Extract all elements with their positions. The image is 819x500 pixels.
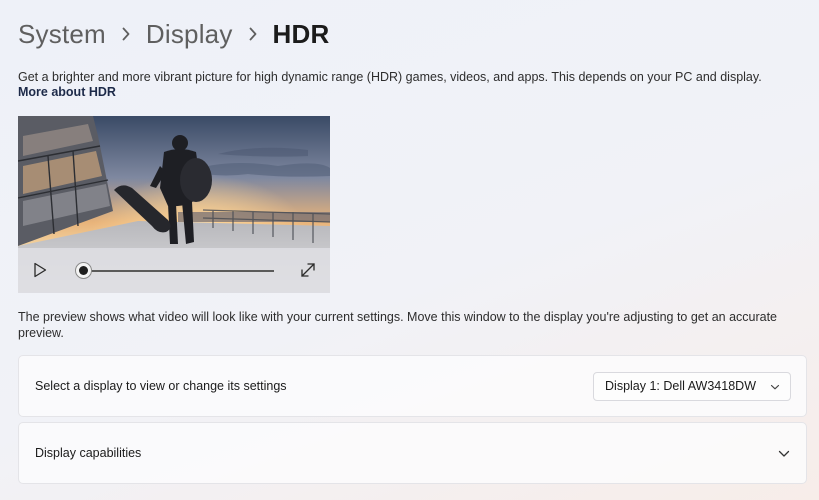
chevron-down-icon [770, 384, 780, 390]
video-controls [18, 248, 330, 293]
page-title: HDR [272, 18, 330, 49]
display-dropdown-value: Display 1: Dell AW3418DW [605, 379, 756, 393]
expand-icon [301, 263, 315, 277]
display-select-label: Select a display to view or change its s… [35, 379, 287, 393]
seek-track[interactable] [84, 270, 274, 272]
seek-slider-thumb[interactable] [75, 262, 92, 279]
display-dropdown[interactable]: Display 1: Dell AW3418DW [593, 372, 791, 401]
hdr-video-preview [18, 116, 330, 293]
preview-note: The preview shows what video will look l… [18, 310, 778, 340]
hdr-description: Get a brighter and more vibrant picture … [18, 70, 762, 84]
chevron-right-icon [106, 14, 146, 54]
display-capabilities-label: Display capabilities [35, 446, 142, 460]
breadcrumb: System Display HDR [18, 14, 329, 54]
display-capabilities-expander[interactable]: Display capabilities [18, 422, 807, 484]
more-about-hdr-link[interactable]: More about HDR [18, 85, 116, 99]
play-button[interactable] [30, 260, 50, 280]
breadcrumb-display[interactable]: Display [146, 19, 233, 50]
breadcrumb-system[interactable]: System [18, 19, 106, 50]
play-icon [34, 262, 47, 278]
chevron-down-icon[interactable] [778, 450, 790, 458]
fullscreen-button[interactable] [298, 260, 318, 280]
display-select-card: Select a display to view or change its s… [18, 355, 807, 417]
chevron-right-icon [233, 14, 273, 54]
